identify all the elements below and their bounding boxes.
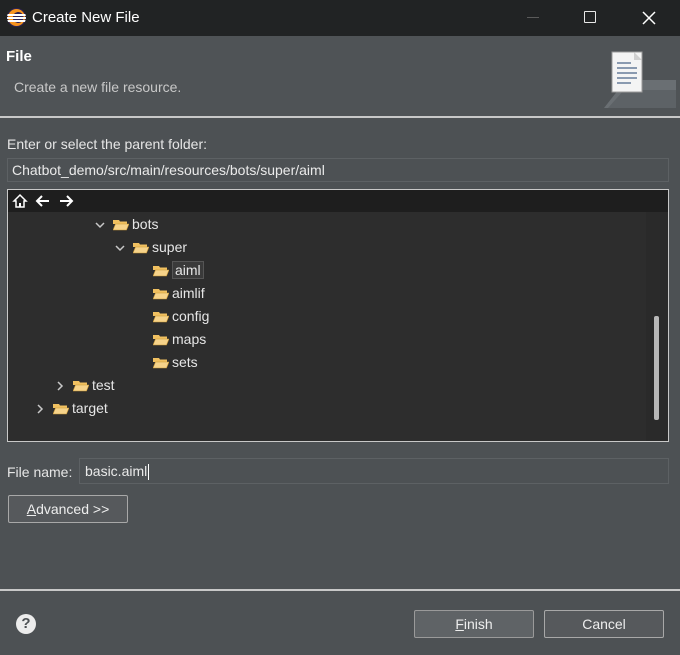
maximize-button[interactable] [567, 0, 613, 36]
parent-folder-input[interactable]: Chatbot_demo/src/main/resources/bots/sup… [7, 158, 669, 182]
tree-item-sets[interactable]: sets [8, 352, 646, 374]
eclipse-icon [7, 8, 26, 27]
file-name-value: basic.aiml [85, 463, 148, 479]
scrollbar-thumb[interactable] [654, 316, 659, 420]
page-title: File [6, 48, 32, 65]
forward-arrow-icon[interactable] [58, 193, 74, 209]
file-name-label: File name: [7, 464, 73, 480]
parent-folder-label: Enter or select the parent folder: [7, 136, 207, 152]
file-name-input[interactable]: basic.aiml [79, 458, 669, 484]
chevron-down-icon[interactable] [93, 217, 107, 233]
tree-item-label: config [172, 308, 210, 324]
tree-toolbar [8, 190, 668, 212]
advanced-button[interactable]: Advanced >> [8, 495, 128, 523]
back-arrow-icon[interactable] [35, 193, 51, 209]
tree-item-test[interactable]: test [8, 375, 646, 397]
minimize-icon [527, 17, 539, 18]
tree-item-label: aiml [172, 261, 204, 279]
wizard-header: File Create a new file resource. [0, 36, 680, 116]
help-icon[interactable]: ? [16, 614, 36, 634]
finish-button[interactable]: Finish [414, 610, 534, 638]
folder-open-icon [113, 220, 129, 231]
chevron-down-icon[interactable] [113, 240, 127, 256]
tree-item-label: sets [172, 354, 198, 370]
title-bar: Create New File [0, 0, 680, 36]
tree-item-label: target [72, 400, 108, 416]
cancel-button[interactable]: Cancel [544, 610, 664, 638]
tree-item-label: test [92, 377, 115, 393]
tree-item-aimlif[interactable]: aimlif [8, 283, 646, 305]
folder-tree[interactable]: bots super aiml aimlif config maps sets test tar… [7, 189, 669, 442]
folder-open-icon [133, 243, 149, 254]
page-description: Create a new file resource. [14, 79, 182, 95]
close-icon [642, 11, 656, 25]
tree-item-target[interactable]: target [8, 398, 646, 420]
vertical-scrollbar[interactable] [646, 212, 668, 441]
folder-open-icon [153, 289, 169, 300]
home-icon[interactable] [12, 193, 28, 209]
folder-open-icon [73, 381, 89, 392]
text-caret [148, 464, 150, 481]
tree-item-config[interactable]: config [8, 306, 646, 328]
close-button[interactable] [626, 0, 672, 36]
tree-item-super[interactable]: super [8, 237, 646, 259]
new-file-wizard-icon [604, 51, 676, 108]
folder-open-icon [153, 266, 169, 277]
maximize-icon [584, 11, 596, 23]
chevron-right-icon[interactable] [33, 401, 47, 417]
tree-item-label: super [152, 239, 188, 255]
folder-open-icon [53, 404, 69, 415]
tree-body: bots super aiml aimlif config maps sets test tar… [8, 212, 646, 441]
folder-open-icon [153, 335, 169, 346]
chevron-right-icon[interactable] [53, 378, 67, 394]
footer-divider [0, 589, 680, 591]
folder-open-icon [153, 312, 169, 323]
tree-item-aiml[interactable]: aiml [8, 260, 646, 282]
tree-item-label: bots [132, 216, 159, 232]
tree-item-label: aimlif [172, 285, 205, 301]
tree-item-bots[interactable]: bots [8, 214, 646, 236]
window-title: Create New File [32, 9, 140, 26]
header-divider [0, 116, 680, 118]
tree-item-maps[interactable]: maps [8, 329, 646, 351]
minimize-button[interactable] [510, 0, 556, 36]
folder-open-icon [153, 358, 169, 369]
tree-item-label: maps [172, 331, 207, 347]
